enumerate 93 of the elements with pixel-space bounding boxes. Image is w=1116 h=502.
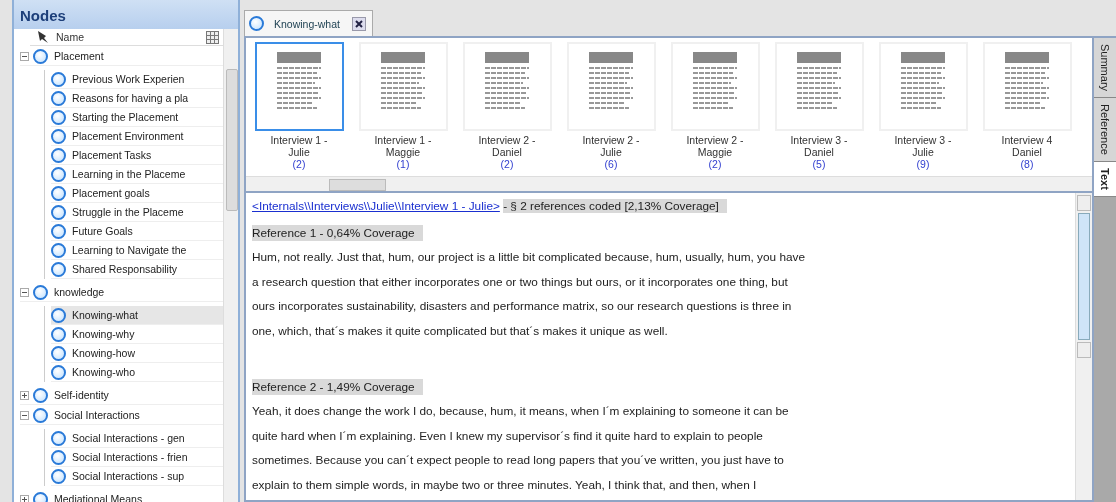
node-icon — [33, 387, 48, 403]
tree-node[interactable]: Placement — [20, 47, 223, 66]
tree-node[interactable]: Knowing-what — [51, 306, 223, 325]
column-header[interactable]: Name — [30, 29, 223, 46]
document-title: Interview 3 - Julie — [894, 134, 952, 158]
node-icon — [51, 345, 66, 361]
tree-node[interactable]: Social Interactions — [20, 406, 223, 425]
tree-node[interactable]: Struggle in the Placeme — [51, 203, 223, 222]
node-icon — [51, 364, 66, 380]
document-title: Interview 4 Daniel — [1001, 134, 1053, 158]
tree-node[interactable]: knowledge — [20, 283, 223, 302]
grid-icon[interactable] — [206, 30, 219, 44]
document-title: Interview 3 - Daniel — [790, 134, 848, 158]
close-icon[interactable] — [351, 16, 366, 31]
reference-heading: Reference 2 - 1,49% Coverage — [252, 379, 423, 395]
document-title: Interview 2 - Daniel — [478, 134, 536, 158]
tree-node[interactable]: Placement Environment — [51, 127, 223, 146]
tree-node[interactable]: Placement goals — [51, 184, 223, 203]
node-icon — [51, 204, 66, 220]
document-tab[interactable]: Knowing-what — [244, 10, 373, 36]
reference-count: (5) — [812, 158, 826, 170]
horizontal-scrollbar[interactable] — [246, 176, 1092, 191]
tree-node[interactable]: Social Interactions - gen — [51, 429, 223, 448]
node-icon — [51, 147, 66, 163]
node-icon — [51, 223, 66, 239]
view-tab[interactable]: Summary — [1094, 38, 1116, 99]
view-tab[interactable]: Reference — [1094, 98, 1116, 162]
reference-heading: Reference 1 - 0,64% Coverage — [252, 225, 423, 241]
document-item[interactable]: Interview 4 Daniel (8) — [975, 42, 1079, 176]
document-item[interactable]: Interview 2 - Maggie (2) — [663, 42, 767, 176]
tree-node[interactable]: Previous Work Experien — [51, 70, 223, 89]
node-icon — [33, 284, 48, 300]
view-tab[interactable]: Text — [1094, 161, 1116, 197]
node-icon — [51, 449, 66, 465]
node-icon — [51, 468, 66, 484]
node-icon — [51, 326, 66, 342]
tree-node[interactable]: Placement Tasks — [51, 146, 223, 165]
node-icon — [33, 491, 48, 502]
document-item[interactable]: Interview 1 - Julie (2) — [247, 42, 351, 176]
source-link[interactable]: <Internals\\Interviews\\Julie\\Interview 1 - Julie> — [252, 199, 500, 213]
tree-node[interactable]: Shared Responsability — [51, 260, 223, 279]
node-icon — [51, 71, 66, 87]
document-item[interactable]: Interview 1 - Maggie (1) — [351, 42, 455, 176]
node-icon — [33, 407, 48, 423]
expander-icon[interactable] — [20, 410, 29, 420]
node-icon — [51, 261, 66, 277]
reference-count: (1) — [396, 158, 410, 170]
reference-count: (2) — [292, 158, 306, 170]
tree-node[interactable]: Future Goals — [51, 222, 223, 241]
expander-icon[interactable] — [20, 494, 29, 502]
node-icon — [51, 242, 66, 258]
tree-node[interactable]: Self-identity — [20, 386, 223, 405]
node-icon — [51, 185, 66, 201]
tree-node[interactable]: Knowing-why — [51, 325, 223, 344]
reference-count: (2) — [500, 158, 514, 170]
node-icon — [249, 16, 264, 31]
tree-node[interactable]: Knowing-who — [51, 363, 223, 382]
expander-icon[interactable] — [20, 390, 29, 400]
panel-title: Nodes — [14, 0, 238, 29]
vertical-scrollbar[interactable] — [1075, 193, 1092, 500]
document-title: Interview 1 - Julie — [270, 134, 328, 158]
tree-node[interactable]: Reasons for having a pla — [51, 89, 223, 108]
node-icon — [51, 128, 66, 144]
column-title: Name — [56, 31, 85, 43]
node-icon — [33, 48, 48, 64]
tree-node[interactable]: Learning in the Placeme — [51, 165, 223, 184]
document-title: Interview 2 - Maggie — [686, 134, 744, 158]
tree-node[interactable]: Social Interactions - frien — [51, 448, 223, 467]
reference-text: Yeah, it does change the work I do, because, hum, it means, when I´m explaining to someone it can be quite hard when I´m explaining. Even I knew my supervisor´s find it quite hard to explain to people sometimes. Because you can´t expect people to read long papers that you´ve written, you just have to explain to them simple words, in maybe two or three minutes. Yeah, I think that, and then, when I — [252, 403, 790, 494]
document-item[interactable]: Interview 3 - Daniel (5) — [767, 42, 871, 176]
document-item[interactable]: Interview 2 - Daniel (2) — [455, 42, 559, 176]
reference-count: (8) — [1020, 158, 1034, 170]
node-icon — [51, 90, 66, 106]
expander-icon[interactable] — [20, 287, 29, 297]
node-icon — [51, 430, 66, 446]
reference-count: (2) — [708, 158, 722, 170]
node-icon — [51, 307, 66, 323]
document-title: Interview 2 - Julie — [582, 134, 640, 158]
reference-text: Hum, not really. Just that, hum, our project is a little bit complicated because, hum, usually, hum, you have a research question that either incorporates one or two things but ours, or it incorporates one thing, but ours incorporates sustainability, disasters and performance matrix, so our research questions is three in one, which, that´s makes it quite complicated but that´s makes it unique as well. — [252, 249, 806, 340]
document-title: Interview 1 - Maggie — [374, 134, 432, 158]
coverage-summary: - § 2 references coded [2,13% Coverage] — [503, 199, 727, 213]
document-item[interactable]: Interview 3 - Julie (9) — [871, 42, 975, 176]
expander-icon[interactable] — [20, 51, 29, 61]
tree-node[interactable]: Knowing-how — [51, 344, 223, 363]
tree-node[interactable]: Learning to Navigate the — [51, 241, 223, 260]
reference-count: (6) — [604, 158, 618, 170]
reference-count: (9) — [916, 158, 930, 170]
vertical-scrollbar[interactable] — [223, 29, 238, 502]
node-icon — [51, 109, 66, 125]
tree-node[interactable]: Social Interactions - sup — [51, 467, 223, 486]
node-icon — [51, 166, 66, 182]
tree-node[interactable]: Starting the Placement — [51, 108, 223, 127]
document-item[interactable]: Interview 2 - Julie (6) — [559, 42, 663, 176]
